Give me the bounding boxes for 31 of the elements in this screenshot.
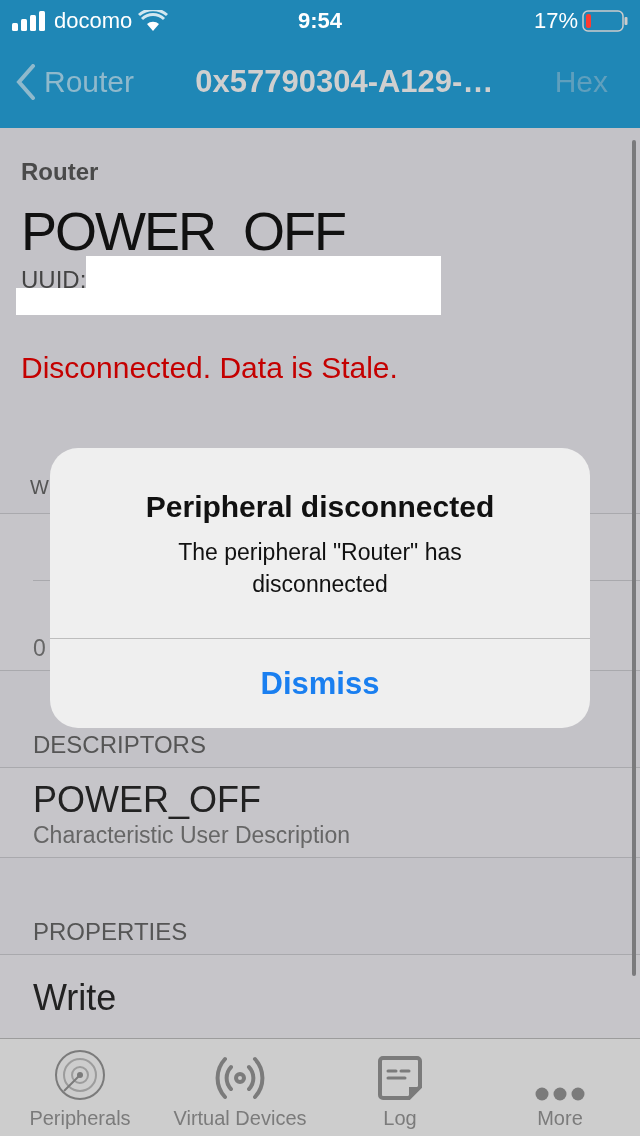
alert-title: Peripheral disconnected <box>145 490 495 524</box>
uuid-label: UUID: <box>21 265 87 295</box>
note-icon <box>377 1055 423 1101</box>
section-header: W <box>30 476 49 499</box>
nav-title: 0x57790304-A129-… <box>194 64 495 100</box>
status-message: Disconnected. Data is Stale. <box>21 351 398 385</box>
wifi-icon <box>138 10 169 32</box>
carrier-name: docomo <box>54 8 133 34</box>
characteristic-name: POWER_OFF <box>21 200 345 262</box>
battery-icon <box>582 10 628 32</box>
row-subtitle: 0 <box>33 635 46 662</box>
section-header: PROPERTIES <box>33 918 188 946</box>
radar-icon <box>52 1049 108 1101</box>
chevron-icon <box>16 64 36 100</box>
battery-percent: 17% <box>533 8 578 34</box>
tab-item[interactable]: Virtual Devices <box>160 1039 320 1136</box>
back-button[interactable]: Router <box>16 64 135 100</box>
peripheral-name: Router <box>21 158 99 186</box>
section-header: DESCRIPTORS <box>33 731 206 759</box>
row-title: Write <box>33 976 117 1020</box>
more-icon <box>535 1087 585 1101</box>
tab-item[interactable]: Log <box>320 1039 480 1136</box>
dismiss-button[interactable]: Dismiss <box>50 639 590 728</box>
row-subtitle: Characteristic User Description <box>33 822 350 849</box>
clock: 9:54 <box>296 8 343 34</box>
hex-button[interactable]: Hex <box>554 65 626 99</box>
tab-item[interactable]: Peripherals <box>0 1039 160 1136</box>
tab-item[interactable]: More <box>480 1039 640 1136</box>
signal-icon <box>12 11 48 31</box>
alert-message: The peripheral "Router" has disconnected <box>177 538 463 599</box>
row-title: POWER_OFF <box>33 778 261 822</box>
